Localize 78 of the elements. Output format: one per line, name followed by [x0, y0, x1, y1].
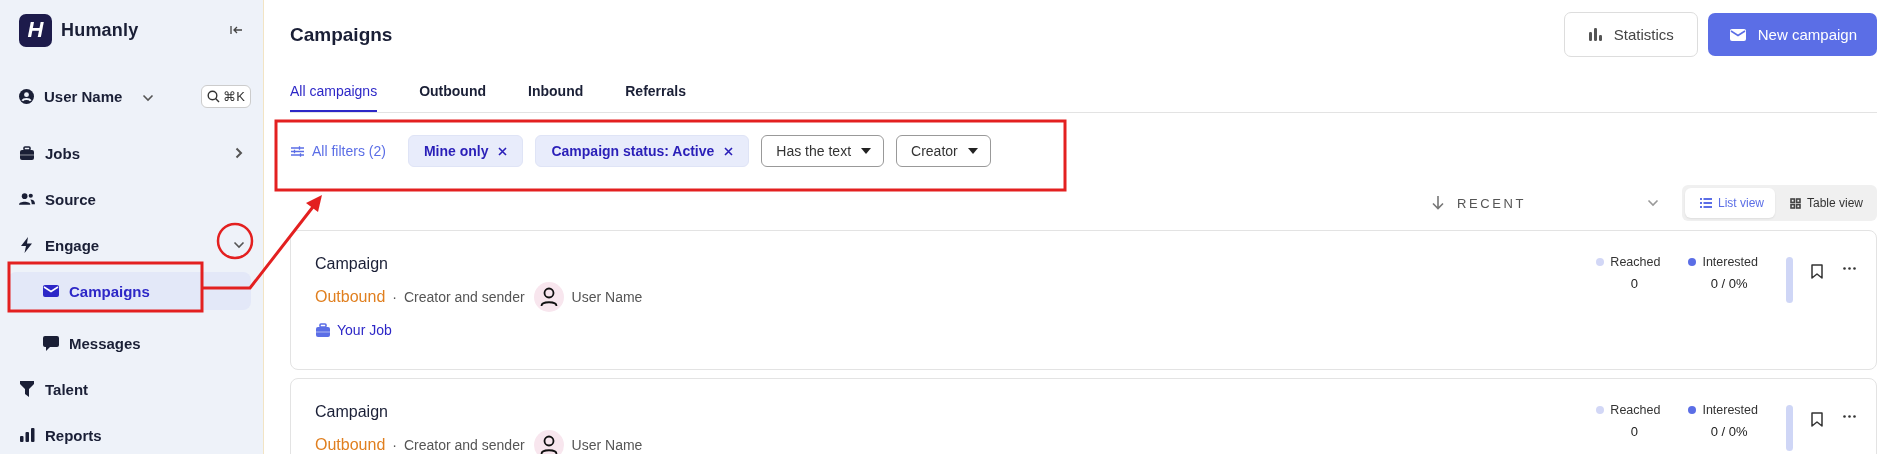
separator-dot: ·	[392, 437, 397, 453]
tab[interactable]: Outbound	[419, 71, 487, 112]
sort-dropdown[interactable]: RECENT	[1431, 195, 1659, 211]
tab[interactable]: Referrals	[625, 71, 686, 112]
envelope-icon	[1729, 28, 1746, 41]
expand-chevron-icon[interactable]	[235, 147, 243, 159]
filter-dropdown[interactable]: Creator	[896, 135, 991, 167]
nav-item[interactable]: Campaigns	[8, 272, 251, 310]
chevron-down-icon[interactable]	[1646, 199, 1659, 207]
avatar-icon	[533, 282, 564, 312]
role-label: Creator and sender	[403, 289, 525, 305]
search-icon	[207, 89, 221, 103]
campaign-type: Outbound	[315, 436, 386, 454]
bookmark-icon[interactable]	[1811, 412, 1823, 427]
page-title: Campaigns	[290, 23, 394, 46]
more-options-icon[interactable]	[1843, 415, 1856, 418]
view-toggle[interactable]: Table view	[1774, 188, 1874, 218]
caret-icon	[861, 148, 872, 154]
tab[interactable]: Inbound	[528, 71, 584, 112]
briefcase-icon	[19, 145, 35, 161]
funnel-icon	[19, 381, 35, 397]
people-icon	[19, 192, 35, 206]
more-options-icon[interactable]	[1843, 267, 1856, 270]
stat-value: 0 / 0%	[1709, 424, 1748, 439]
stat-value: 0 / 0%	[1709, 276, 1748, 291]
filter-dropdown[interactable]: Has the text	[761, 135, 885, 167]
separator-dot: ·	[392, 289, 397, 305]
nav-item[interactable]: Engage	[8, 226, 251, 264]
envelope-icon	[43, 285, 59, 297]
campaign-name[interactable]: Campaign	[315, 255, 1597, 273]
grid-icon	[1789, 197, 1801, 209]
role-label: Creator and sender	[403, 437, 525, 453]
user-name[interactable]: User Name	[44, 87, 123, 105]
collapse-sidebar-icon[interactable]	[230, 25, 243, 35]
statistics-button[interactable]: Statistics	[1563, 12, 1698, 57]
bookmark-icon[interactable]	[1811, 264, 1823, 279]
campaign-name[interactable]: Campaign	[315, 403, 1597, 421]
collapse-chevron-icon[interactable]	[233, 241, 245, 249]
campaign-type: Outbound	[315, 288, 386, 306]
remove-icon[interactable]	[498, 146, 508, 156]
caret-icon	[967, 148, 978, 154]
indicator-bar	[1786, 257, 1793, 303]
briefcase-icon	[315, 322, 331, 338]
stat-label: Interested	[1702, 403, 1758, 417]
search-shortcut-button[interactable]: ⌘K	[201, 84, 251, 108]
stat-value: 0	[1629, 276, 1638, 291]
view-toggle[interactable]: List view	[1684, 188, 1775, 218]
chat-bubble-icon	[43, 335, 59, 351]
user-icon	[19, 88, 34, 104]
nav-item[interactable]: Talent	[8, 370, 251, 408]
new-campaign-button[interactable]: New campaign	[1707, 13, 1877, 56]
brand-name: Humanly	[61, 19, 140, 41]
tab[interactable]: All campaigns	[290, 71, 378, 112]
all-filters-link[interactable]: All filters (2)	[291, 143, 386, 159]
user-name: User Name	[571, 437, 643, 453]
remove-icon[interactable]	[724, 146, 734, 156]
stat-label: Interested	[1702, 255, 1758, 269]
logo: H	[19, 13, 52, 47]
bar-chart-icon	[1588, 28, 1602, 41]
nav-item[interactable]: Jobs	[8, 134, 251, 172]
avatar-icon	[533, 430, 564, 454]
user-chevron-icon[interactable]	[142, 93, 155, 102]
job-link[interactable]: Your Job	[337, 322, 392, 338]
highlight-circle	[216, 222, 254, 260]
sliders-icon	[291, 145, 304, 157]
stat-value: 0	[1629, 424, 1638, 439]
list-icon	[1699, 198, 1712, 208]
stat-label: Reached	[1610, 403, 1661, 417]
nav-item[interactable]: Reports	[8, 416, 251, 454]
nav-item[interactable]: Messages	[8, 324, 251, 362]
filter-chip[interactable]: Mine only	[407, 135, 524, 167]
stat-label: Reached	[1610, 255, 1661, 269]
nav-item[interactable]: Source	[8, 180, 251, 218]
filter-chip[interactable]: Campaign status: Active	[535, 135, 750, 167]
bar-chart-icon	[19, 428, 35, 442]
arrow-down-icon	[1431, 196, 1444, 210]
indicator-bar	[1786, 405, 1793, 451]
user-name: User Name	[571, 289, 643, 305]
